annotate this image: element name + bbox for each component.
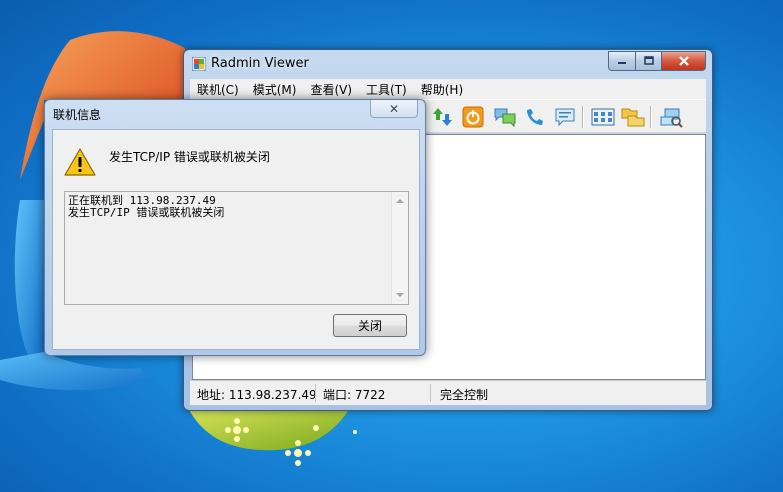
network-scan-icon	[660, 108, 683, 128]
minimize-button[interactable]	[608, 51, 636, 71]
caption-buttons	[608, 51, 706, 71]
shutdown-button[interactable]	[460, 104, 486, 130]
scroll-up-arrow[interactable]	[396, 199, 404, 203]
text-chat-button[interactable]	[492, 104, 518, 130]
shutdown-icon	[462, 106, 484, 128]
voice-chat-button[interactable]	[522, 104, 548, 130]
status-mode: 完全控制	[440, 388, 489, 402]
minimize-icon	[618, 62, 626, 64]
menu-bar: 联机(C) 模式(M) 查看(V) 工具(T) 帮助(H)	[190, 79, 706, 99]
text-chat-icon	[494, 108, 516, 128]
warning-icon	[64, 148, 96, 176]
log-line: 发生TCP/IP 错误或联机被关闭	[68, 206, 225, 219]
address-book-icon	[591, 108, 615, 126]
log-scrollbar[interactable]	[391, 192, 408, 304]
maximize-icon	[643, 56, 654, 65]
transfer-arrows-icon	[433, 108, 452, 126]
dialog-close-button[interactable]: ✕	[370, 100, 418, 118]
menu-connect[interactable]: 联机(C)	[190, 81, 246, 98]
menu-mode[interactable]: 模式(M)	[246, 81, 304, 98]
status-bar: 地址: 113.98.237.49 端口: 7722 完全控制	[190, 380, 706, 405]
radmin-app-icon	[192, 57, 206, 71]
connection-info-dialog: 联机信息 ✕ 发生TCP/IP 错误或联机被关闭 正在联机到 113.98.23…	[44, 99, 426, 356]
dialog-message: 发生TCP/IP 错误或联机被关闭	[109, 150, 270, 164]
maximize-button[interactable]	[636, 51, 662, 71]
status-port: 端口: 7722	[323, 388, 386, 402]
transfer-arrows-button[interactable]	[430, 104, 456, 130]
folders-button[interactable]	[620, 104, 646, 130]
menu-tools[interactable]: 工具(T)	[359, 81, 414, 98]
close-button[interactable]: 关闭	[333, 314, 407, 337]
dialog-body: 发生TCP/IP 错误或联机被关闭 正在联机到 113.98.237.49 发生T…	[52, 129, 420, 350]
close-icon: ✕	[388, 101, 400, 116]
status-separator	[315, 384, 316, 402]
close-icon	[678, 56, 689, 66]
status-address: 地址: 113.98.237.49	[197, 388, 317, 402]
connection-log-textbox[interactable]: 正在联机到 113.98.237.49 发生TCP/IP 错误或联机被关闭	[64, 191, 409, 305]
status-separator-2	[430, 384, 431, 402]
toolbar-separator	[582, 106, 584, 128]
connection-log: 正在联机到 113.98.237.49 发生TCP/IP 错误或联机被关闭	[68, 195, 224, 219]
window-title: Radmin Viewer	[211, 56, 309, 71]
send-message-button[interactable]	[552, 104, 578, 130]
folders-icon	[621, 108, 645, 127]
scroll-down-arrow[interactable]	[396, 293, 404, 297]
network-scan-button[interactable]	[658, 104, 684, 130]
toolbar-separator-2	[650, 106, 652, 128]
send-message-icon	[555, 108, 575, 127]
voice-chat-icon	[527, 109, 543, 125]
menu-help[interactable]: 帮助(H)	[414, 81, 470, 98]
menu-view[interactable]: 查看(V)	[303, 81, 359, 98]
close-window-button[interactable]	[662, 51, 706, 71]
address-book-button[interactable]	[590, 104, 616, 130]
dialog-title: 联机信息	[53, 108, 102, 122]
